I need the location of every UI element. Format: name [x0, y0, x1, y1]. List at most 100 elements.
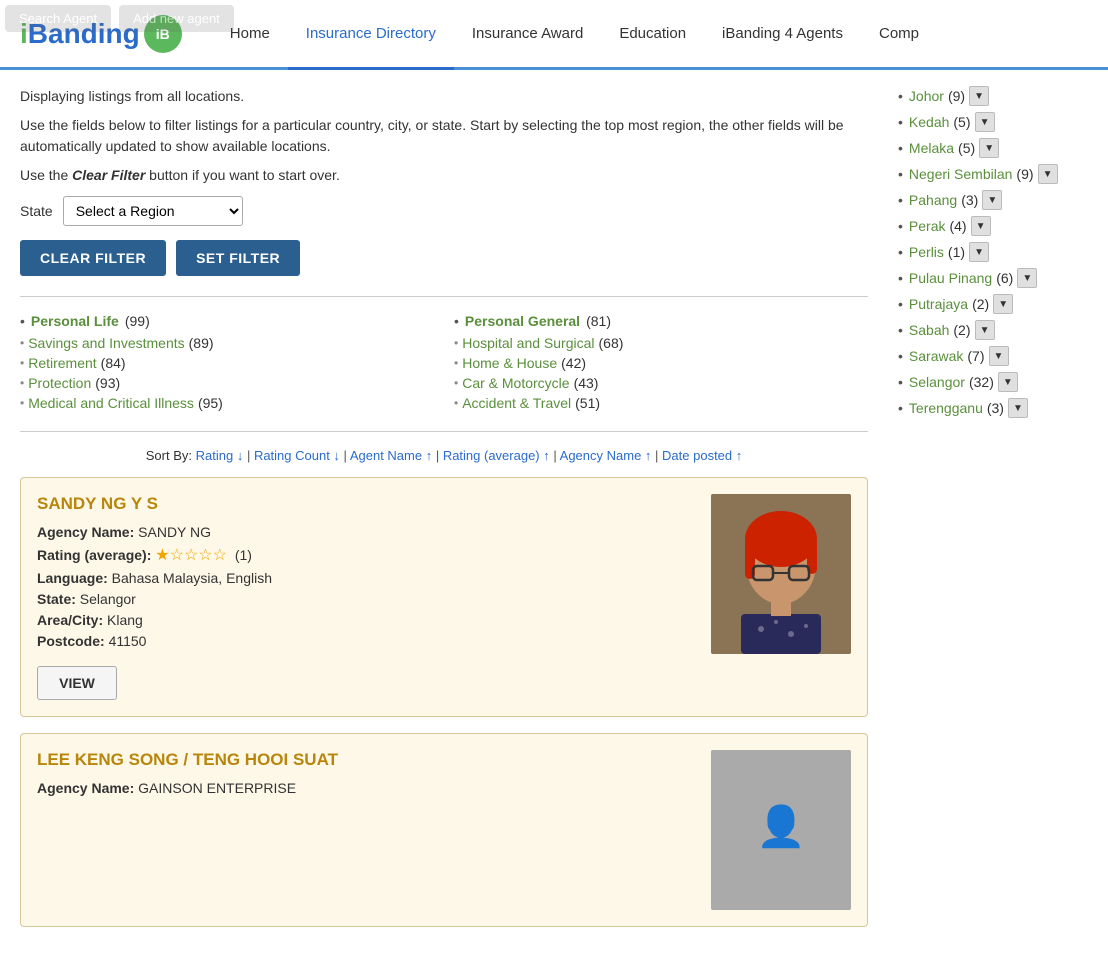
- region-link-melaka[interactable]: Melaka: [909, 140, 954, 156]
- add-agent-button[interactable]: Add new agent: [119, 5, 234, 32]
- svg-text:👤: 👤: [756, 803, 806, 849]
- agent-card-lee: LEE KENG SONG / TENG HOOI SUAT Agency Na…: [20, 733, 868, 927]
- sub-accident: Accident & Travel (51): [454, 395, 868, 411]
- region-count-terengganu: (3): [987, 400, 1004, 416]
- nav-item-education[interactable]: Education: [601, 0, 704, 67]
- view-button-sandy[interactable]: VIEW: [37, 666, 117, 700]
- clear-filter-button[interactable]: CLEAR FILTER: [20, 240, 166, 276]
- personal-life-sub-list: Savings and Investments (89) Retirement …: [20, 335, 434, 411]
- sub-hospital: Hospital and Surgical (68): [454, 335, 868, 351]
- agent-photo-svg-lee: 👤: [711, 750, 851, 910]
- agent-agency-sandy: Agency Name: SANDY NG: [37, 524, 695, 540]
- agent-area-sandy: Area/City: Klang: [37, 612, 695, 628]
- region-link-pahang[interactable]: Pahang: [909, 192, 957, 208]
- region-sabah: Sabah (2) ▼: [898, 320, 1098, 340]
- nav-link-insurance-award[interactable]: Insurance Award: [454, 0, 601, 70]
- region-count-negeri: (9): [1016, 166, 1033, 182]
- sub-link-accident[interactable]: Accident & Travel: [462, 395, 571, 411]
- search-agent-button[interactable]: Search Agent: [5, 5, 111, 32]
- sort-rating[interactable]: Rating ↓: [196, 448, 244, 463]
- agent-photo-sandy: [711, 494, 851, 654]
- region-dropdown-terengganu[interactable]: ▼: [1008, 398, 1028, 418]
- sub-savings: Savings and Investments (89): [20, 335, 434, 351]
- nav-link-ibanding-agents[interactable]: iBanding 4 Agents: [704, 0, 861, 70]
- sub-count-medical: (95): [198, 395, 223, 411]
- region-count-sarawak: (7): [967, 348, 984, 364]
- region-dropdown-pahang[interactable]: ▼: [982, 190, 1002, 210]
- region-link-johor[interactable]: Johor: [909, 88, 944, 104]
- region-link-kedah[interactable]: Kedah: [909, 114, 949, 130]
- agent-photo-svg-sandy: [711, 494, 851, 654]
- region-dropdown-perlis[interactable]: ▼: [969, 242, 989, 262]
- sort-rating-count[interactable]: Rating Count ↓: [254, 448, 340, 463]
- sub-link-hospital[interactable]: Hospital and Surgical: [462, 335, 594, 351]
- region-dropdown-johor[interactable]: ▼: [969, 86, 989, 106]
- help-text-1: Use the fields below to filter listings …: [20, 115, 868, 157]
- region-putrajaya: Putrajaya (2) ▼: [898, 294, 1098, 314]
- sub-link-medical[interactable]: Medical and Critical Illness: [28, 395, 194, 411]
- nav-action-btns: Search Agent Add new agent: [0, 0, 239, 37]
- cat-link-personal-general[interactable]: Personal General: [465, 313, 580, 329]
- set-filter-button[interactable]: SET FILTER: [176, 240, 300, 276]
- sub-count-savings: (89): [189, 335, 214, 351]
- region-link-perlis[interactable]: Perlis: [909, 244, 944, 260]
- region-link-selangor[interactable]: Selangor: [909, 374, 965, 390]
- region-pulau-pinang: Pulau Pinang (6) ▼: [898, 268, 1098, 288]
- region-terengganu: Terengganu (3) ▼: [898, 398, 1098, 418]
- region-dropdown-negeri[interactable]: ▼: [1038, 164, 1058, 184]
- sub-count-home: (42): [561, 355, 586, 371]
- region-link-sarawak[interactable]: Sarawak: [909, 348, 963, 364]
- state-label: State: [20, 203, 53, 219]
- agent-photo-lee: 👤: [711, 750, 851, 910]
- region-dropdown-sabah[interactable]: ▼: [975, 320, 995, 340]
- region-perak: Perak (4) ▼: [898, 216, 1098, 236]
- clear-filter-label: Clear Filter: [72, 167, 145, 183]
- region-dropdown-perak[interactable]: ▼: [971, 216, 991, 236]
- agent-name-lee: LEE KENG SONG / TENG HOOI SUAT: [37, 750, 695, 770]
- region-dropdown-kedah[interactable]: ▼: [975, 112, 995, 132]
- agent-rating-sandy: Rating (average): ★☆☆☆☆ (1): [37, 545, 695, 565]
- region-count-kedah: (5): [953, 114, 970, 130]
- region-select[interactable]: Select a Region: [63, 196, 243, 226]
- sort-rating-average[interactable]: Rating (average) ↑: [443, 448, 550, 463]
- nav-menu: Home Insurance Directory Insurance Award…: [212, 0, 937, 69]
- sub-count-accident: (51): [575, 395, 600, 411]
- region-link-pulau-pinang[interactable]: Pulau Pinang: [909, 270, 992, 286]
- region-link-negeri[interactable]: Negeri Sembilan: [909, 166, 1013, 182]
- sort-date-posted[interactable]: Date posted ↑: [662, 448, 742, 463]
- region-link-putrajaya[interactable]: Putrajaya: [909, 296, 968, 312]
- nav-item-ibanding-agents[interactable]: iBanding 4 Agents: [704, 0, 861, 67]
- sub-link-protection[interactable]: Protection: [28, 375, 91, 391]
- sub-link-home[interactable]: Home & House: [462, 355, 557, 371]
- cat-link-personal-life[interactable]: Personal Life: [31, 313, 119, 329]
- region-dropdown-pulau-pinang[interactable]: ▼: [1017, 268, 1037, 288]
- nav-link-insurance-directory[interactable]: Insurance Directory: [288, 0, 454, 70]
- sort-agency-name[interactable]: Agency Name ↑: [560, 448, 652, 463]
- sub-link-car[interactable]: Car & Motorcycle: [462, 375, 569, 391]
- sub-link-savings[interactable]: Savings and Investments: [28, 335, 184, 351]
- nav-link-education[interactable]: Education: [601, 0, 704, 70]
- sub-count-hospital: (68): [599, 335, 624, 351]
- region-dropdown-putrajaya[interactable]: ▼: [993, 294, 1013, 314]
- region-melaka: Melaka (5) ▼: [898, 138, 1098, 158]
- sort-agent-name[interactable]: Agent Name ↑: [350, 448, 432, 463]
- sub-link-retirement[interactable]: Retirement: [28, 355, 96, 371]
- cat-count-personal-life: (99): [125, 313, 150, 329]
- sub-car: Car & Motorcycle (43): [454, 375, 868, 391]
- region-list: Johor (9) ▼ Kedah (5) ▼ Melaka (5) ▼ Neg…: [898, 86, 1098, 418]
- region-dropdown-sarawak[interactable]: ▼: [989, 346, 1009, 366]
- sort-bar: Sort By: Rating ↓ | Rating Count ↓ | Age…: [20, 448, 868, 463]
- region-link-terengganu[interactable]: Terengganu: [909, 400, 983, 416]
- nav-link-comp[interactable]: Comp: [861, 0, 937, 70]
- region-count-pahang: (3): [961, 192, 978, 208]
- nav-item-insurance-award[interactable]: Insurance Award: [454, 0, 601, 67]
- region-dropdown-melaka[interactable]: ▼: [979, 138, 999, 158]
- region-link-sabah[interactable]: Sabah: [909, 322, 949, 338]
- sub-medical: Medical and Critical Illness (95): [20, 395, 434, 411]
- region-dropdown-selangor[interactable]: ▼: [998, 372, 1018, 392]
- sub-protection: Protection (93): [20, 375, 434, 391]
- region-link-perak[interactable]: Perak: [909, 218, 946, 234]
- nav-item-comp[interactable]: Comp: [861, 0, 937, 67]
- region-count-pulau-pinang: (6): [996, 270, 1013, 286]
- nav-item-insurance-directory[interactable]: Insurance Directory: [288, 0, 454, 67]
